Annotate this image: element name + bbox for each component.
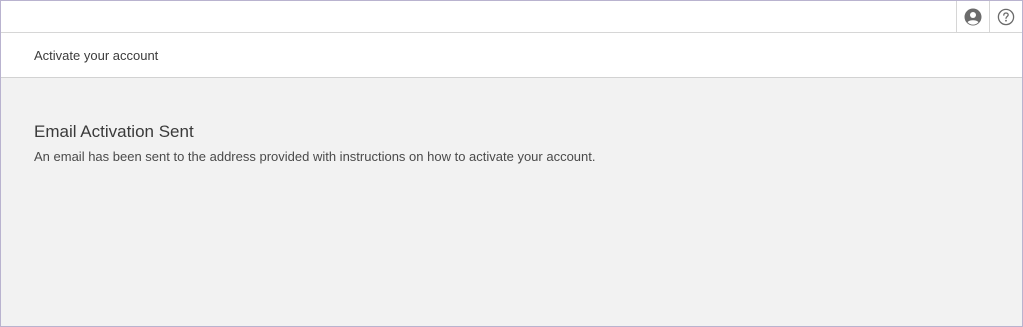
main-content: Email Activation Sent An email has been … xyxy=(34,122,1002,165)
activation-heading: Email Activation Sent xyxy=(34,122,194,141)
help-button[interactable] xyxy=(989,1,1022,32)
app-window: Activate your account Email Activation S… xyxy=(0,0,1023,327)
top-bar xyxy=(1,1,1022,33)
help-circle-icon xyxy=(997,8,1015,26)
topbar-actions xyxy=(956,1,1022,32)
page-header: Activate your account xyxy=(1,33,1022,78)
user-circle-icon xyxy=(964,8,982,26)
account-button[interactable] xyxy=(956,1,989,32)
page-title: Activate your account xyxy=(34,48,159,63)
activation-message: An email has been sent to the address pr… xyxy=(34,149,596,164)
